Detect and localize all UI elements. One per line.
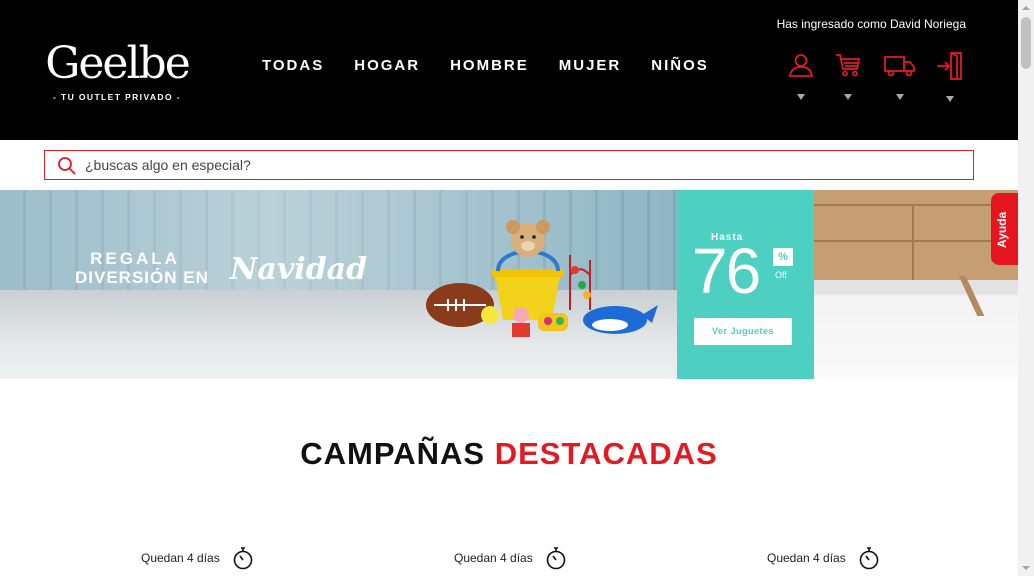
main-nav: TODAS HOGAR HOMBRE MUJER NIÑOS	[262, 57, 739, 75]
countdown-text: Quedan 4 días	[454, 551, 533, 565]
nav-todas[interactable]: TODAS	[262, 57, 324, 75]
section-title: CAMPAÑAS DESTACADAS	[0, 436, 1018, 472]
orders-menu[interactable]	[880, 52, 920, 104]
banner-cabinet-edge	[812, 204, 1018, 206]
logged-in-text: Has ingresado como David Noriega	[776, 17, 966, 31]
campaign-countdown: Quedan 4 días	[767, 546, 880, 570]
scroll-up-arrow[interactable]	[1018, 0, 1034, 16]
site-header: Has ingresado como David Noriega Geelbe …	[0, 0, 1018, 140]
account-menu[interactable]	[784, 52, 818, 104]
promo-box: Hasta 76 % Off Ver Juguetes	[677, 190, 814, 379]
stopwatch-icon	[859, 547, 879, 570]
see-toys-button[interactable]: Ver Juguetes	[694, 318, 792, 345]
scrollbar-thumb[interactable]	[1021, 17, 1031, 69]
logo-wordmark: Geelbe	[45, 38, 191, 89]
chevron-down-icon	[797, 94, 805, 100]
cart-icon	[836, 54, 861, 77]
page: Has ingresado como David Noriega Geelbe …	[0, 0, 1034, 576]
promo-off: Off	[775, 270, 787, 280]
search-input[interactable]	[85, 153, 955, 177]
search-bar	[44, 150, 974, 180]
toys-illustration	[426, 220, 658, 337]
chevron-down-icon	[844, 94, 852, 100]
countdown-text: Quedan 4 días	[141, 551, 220, 565]
search-icon[interactable]	[57, 156, 77, 176]
scroll-down-arrow[interactable]	[1018, 560, 1034, 576]
nav-hombre[interactable]: HOMBRE	[450, 57, 529, 75]
promo-banner[interactable]: REGALA DIVERSIÓN EN Navidad Hasta 76 % O…	[0, 190, 1018, 379]
logout-menu[interactable]	[933, 52, 967, 104]
stopwatch-icon	[546, 547, 566, 570]
chevron-down-icon	[896, 94, 904, 100]
banner-cabinet-door	[912, 206, 914, 280]
page-scrollbar[interactable]	[1018, 0, 1034, 576]
banner-script: Navidad	[230, 252, 368, 287]
cart-menu[interactable]	[831, 52, 865, 104]
campaign-countdown: Quedan 4 días	[454, 546, 567, 570]
nav-mujer[interactable]: MUJER	[559, 57, 622, 75]
section-title-part2: DESTACADAS	[494, 436, 718, 471]
user-icon	[788, 54, 814, 77]
truck-icon	[884, 56, 915, 77]
logout-icon	[937, 52, 962, 80]
chevron-down-icon	[946, 96, 954, 102]
banner-headline: REGALA DIVERSIÓN EN Navidad	[75, 249, 367, 288]
logo-tagline: - TU OUTLET PRIVADO -	[53, 92, 181, 102]
site-logo[interactable]: Geelbe - TU OUTLET PRIVADO -	[42, 38, 192, 102]
nav-ninos[interactable]: NIÑOS	[651, 57, 709, 75]
stopwatch-icon	[233, 547, 253, 570]
nav-hogar[interactable]: HOGAR	[354, 57, 420, 75]
promo-percent: %	[773, 248, 793, 266]
banner-line1: REGALA	[90, 249, 180, 268]
campaign-countdown: Quedan 4 días	[141, 546, 254, 570]
countdown-text: Quedan 4 días	[767, 551, 846, 565]
help-tab[interactable]: Ayuda	[991, 193, 1018, 265]
header-icons	[784, 52, 974, 112]
promo-value: 76	[692, 235, 761, 307]
help-tab-label: Ayuda	[995, 211, 1009, 248]
banner-cabinet-drawer	[812, 240, 1018, 242]
banner-line2: DIVERSIÓN EN	[75, 268, 209, 287]
section-title-part1: CAMPAÑAS	[300, 436, 486, 471]
